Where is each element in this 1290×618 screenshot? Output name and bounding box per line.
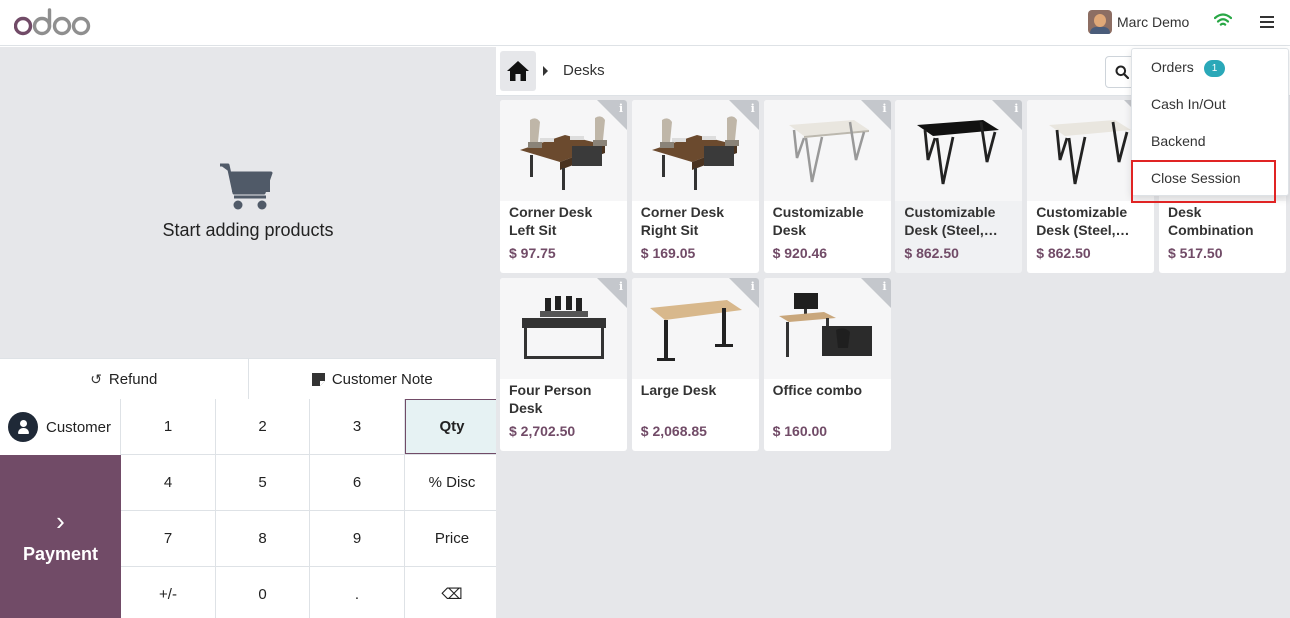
sticky-note-icon xyxy=(311,372,325,386)
hamburger-icon[interactable] xyxy=(1260,16,1274,28)
product-card[interactable]: i Customizable Desk (Aluminiu… $ 920.46 xyxy=(763,100,891,273)
numpad-key[interactable]: 3 xyxy=(310,399,404,454)
product-price: $ 160.00 xyxy=(772,423,828,439)
empty-cart-message: Start adding products xyxy=(162,220,334,240)
numpad-key[interactable]: Qty xyxy=(405,399,499,454)
numpad-key[interactable]: . xyxy=(310,567,404,618)
product-name: Desk Combination xyxy=(1168,204,1254,238)
numpad-key[interactable]: Price xyxy=(405,511,499,566)
menu-item-backend[interactable]: Backend xyxy=(1151,133,1205,149)
product-price: $ 97.75 xyxy=(509,245,556,261)
product-price: $ 2,068.85 xyxy=(640,423,707,439)
numpad-key[interactable]: 4 xyxy=(121,455,215,510)
product-price: $ 862.50 xyxy=(1036,245,1091,261)
numpad-key[interactable]: +/- xyxy=(121,567,215,618)
product-name: Large Desk xyxy=(640,382,717,398)
orders-label: Orders xyxy=(1151,59,1194,75)
product-name: Corner Desk Right Sit xyxy=(640,204,725,238)
user-menu[interactable]: Marc Demo xyxy=(1088,10,1189,34)
customer-note-label: Customer Note xyxy=(331,370,433,388)
payment-button[interactable]: › Payment xyxy=(0,455,121,618)
product-card[interactable]: i Corner Desk Left Sit $ 97.75 xyxy=(500,100,627,273)
product-price: $ 920.46 xyxy=(772,245,828,261)
undo-icon: ↺ xyxy=(90,370,102,387)
menu-item-orders[interactable]: Orders 1 xyxy=(1151,59,1226,77)
product-card[interactable]: i Office combo $ 160.00 xyxy=(763,278,891,451)
control-pad: Customer › Payment 1 2 3 Qty 4 5 6% Disc 7 8 9 Pri… xyxy=(0,399,499,618)
numpad-key[interactable]: 2 xyxy=(216,399,309,454)
product-name: Office combo xyxy=(772,382,863,398)
caret-right-icon xyxy=(543,66,548,76)
product-name: Four Person Desk xyxy=(509,382,592,416)
home-button[interactable] xyxy=(500,51,536,91)
customer-label: Customer xyxy=(46,418,112,436)
breadcrumb-category[interactable]: Desks xyxy=(563,62,605,79)
info-icon[interactable]: i xyxy=(751,102,755,115)
hamburger-dropdown: Orders 1 Cash In/Out Backend Close Sessio… xyxy=(1131,48,1289,196)
menu-item-close-session[interactable]: Close Session xyxy=(1151,170,1241,186)
numpad: 1 2 3 Qty 4 5 6% Disc 7 8 9 Price +/- 0. ⌫ xyxy=(121,399,499,618)
user-name: Marc Demo xyxy=(1117,14,1190,30)
search-icon xyxy=(1115,65,1129,79)
menu-item-cash-in-out[interactable]: Cash In/Out xyxy=(1151,96,1226,112)
top-bar: Marc Demo xyxy=(0,0,1290,46)
refund-label: Refund xyxy=(108,370,158,388)
info-icon[interactable]: i xyxy=(882,102,886,115)
info-icon[interactable]: i xyxy=(1014,102,1018,115)
product-card[interactable]: i Corner Desk Right Sit $ 169.05 xyxy=(631,100,759,273)
customer-note-button[interactable]: Customer Note xyxy=(249,359,497,399)
info-icon[interactable]: i xyxy=(751,280,755,293)
product-price: $ 862.50 xyxy=(904,245,959,261)
refund-button[interactable]: ↺ Refund xyxy=(0,359,249,399)
product-price: $ 517.50 xyxy=(1168,245,1223,261)
numpad-key[interactable]: ⌫ xyxy=(405,567,499,618)
customer-button[interactable]: Customer xyxy=(0,399,121,455)
wifi-icon[interactable] xyxy=(1214,12,1232,30)
numpad-key[interactable]: 5 xyxy=(216,455,309,510)
info-icon[interactable]: i xyxy=(619,280,623,293)
payment-label: Payment xyxy=(22,544,99,564)
numpad-key[interactable]: 0 xyxy=(216,567,309,618)
info-icon[interactable]: i xyxy=(619,102,623,115)
product-name: Corner Desk Left Sit xyxy=(509,204,593,238)
product-card[interactable]: i Four Person Desk $ 2,702.50 xyxy=(500,278,627,451)
product-name: Customizable Desk (Aluminiu… xyxy=(772,204,864,238)
order-actions: ↺ Refund Customer Note xyxy=(0,358,496,399)
orders-count-badge: 1 xyxy=(1203,60,1226,77)
product-card[interactable]: i Large Desk $ 2,068.85 xyxy=(631,278,759,451)
product-name: Customizable Desk (Steel,… xyxy=(1036,204,1130,238)
product-price: $ 2,702.50 xyxy=(509,423,576,439)
numpad-key[interactable]: 8 xyxy=(216,511,309,566)
home-icon xyxy=(507,61,529,81)
shopping-cart-icon xyxy=(220,163,273,210)
product-name: Customizable Desk (Steel,… xyxy=(904,204,998,238)
chevron-right-icon: › xyxy=(56,506,65,536)
info-icon[interactable]: i xyxy=(882,280,886,293)
numpad-key[interactable]: 7 xyxy=(121,511,215,566)
numpad-key[interactable]: % Disc xyxy=(405,455,499,510)
numpad-key[interactable]: 1 xyxy=(121,399,215,454)
avatar xyxy=(1088,10,1112,34)
empty-cart: Start adding products xyxy=(0,47,496,358)
order-panel: Start adding products ↺ Refund Customer … xyxy=(0,47,499,618)
user-icon xyxy=(8,412,38,442)
numpad-key[interactable]: 9 xyxy=(310,511,404,566)
numpad-key[interactable]: 6 xyxy=(310,455,404,510)
product-card[interactable]: i Customizable Desk (Steel,… $ 862.50 xyxy=(895,100,1023,273)
product-price: $ 169.05 xyxy=(640,245,696,261)
odoo-logo xyxy=(14,8,91,36)
